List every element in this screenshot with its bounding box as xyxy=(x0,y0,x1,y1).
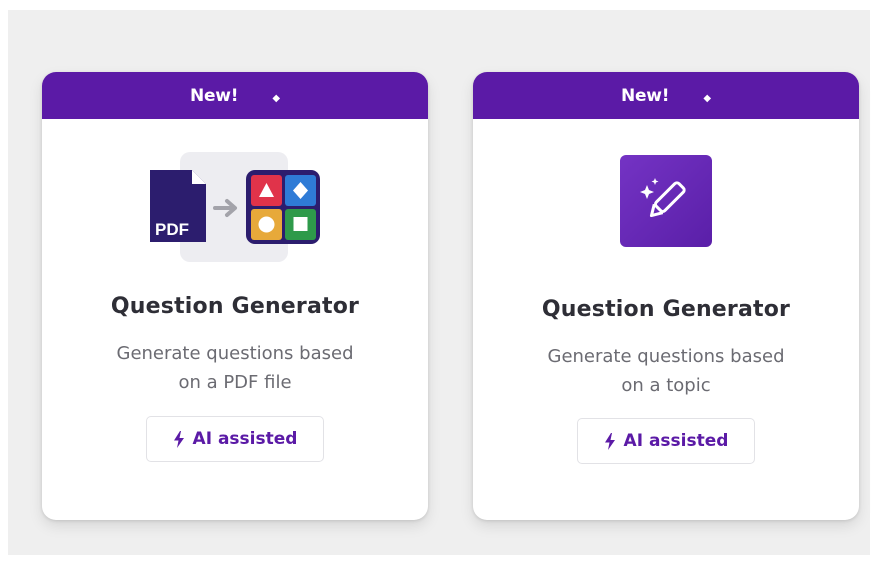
ai-assisted-label: AI assisted xyxy=(192,429,298,449)
ai-assisted-badge: AI assisted xyxy=(577,418,755,464)
svg-text:PDF: PDF xyxy=(155,220,189,239)
lightning-icon xyxy=(173,430,185,448)
sparkle-icon: ◆ xyxy=(272,93,281,104)
card-title: Question Generator xyxy=(110,294,360,319)
description-line: Generate questions based xyxy=(547,346,785,367)
magic-pen-icon xyxy=(473,152,859,262)
pdf-to-quiz-icon: PDF xyxy=(42,152,428,262)
card-title: Question Generator xyxy=(541,297,791,322)
description-line: on a topic xyxy=(621,375,711,396)
lightning-icon xyxy=(604,432,616,450)
question-generator-pdf-card[interactable]: New! ◆ PDF Question Generator Generate q… xyxy=(42,72,428,520)
new-label: New! xyxy=(620,85,670,106)
question-generator-topic-card[interactable]: New! ◆ Question Generator Generate quest… xyxy=(473,72,859,520)
card-description: Generate questions based on a topic xyxy=(493,342,839,400)
pdf-file-icon: PDF xyxy=(150,170,206,242)
new-banner: New! ◆ xyxy=(473,72,859,119)
new-label: New! xyxy=(189,85,239,106)
sparkle-icon: ◆ xyxy=(703,93,712,104)
description-line: on a PDF file xyxy=(178,372,292,393)
quiz-grid-icon xyxy=(246,170,320,244)
ai-assisted-badge: AI assisted xyxy=(146,416,324,462)
card-description: Generate questions based on a PDF file xyxy=(62,339,408,397)
description-line: Generate questions based xyxy=(116,343,354,364)
ai-assisted-label: AI assisted xyxy=(623,431,729,451)
new-banner: New! ◆ xyxy=(42,72,428,119)
